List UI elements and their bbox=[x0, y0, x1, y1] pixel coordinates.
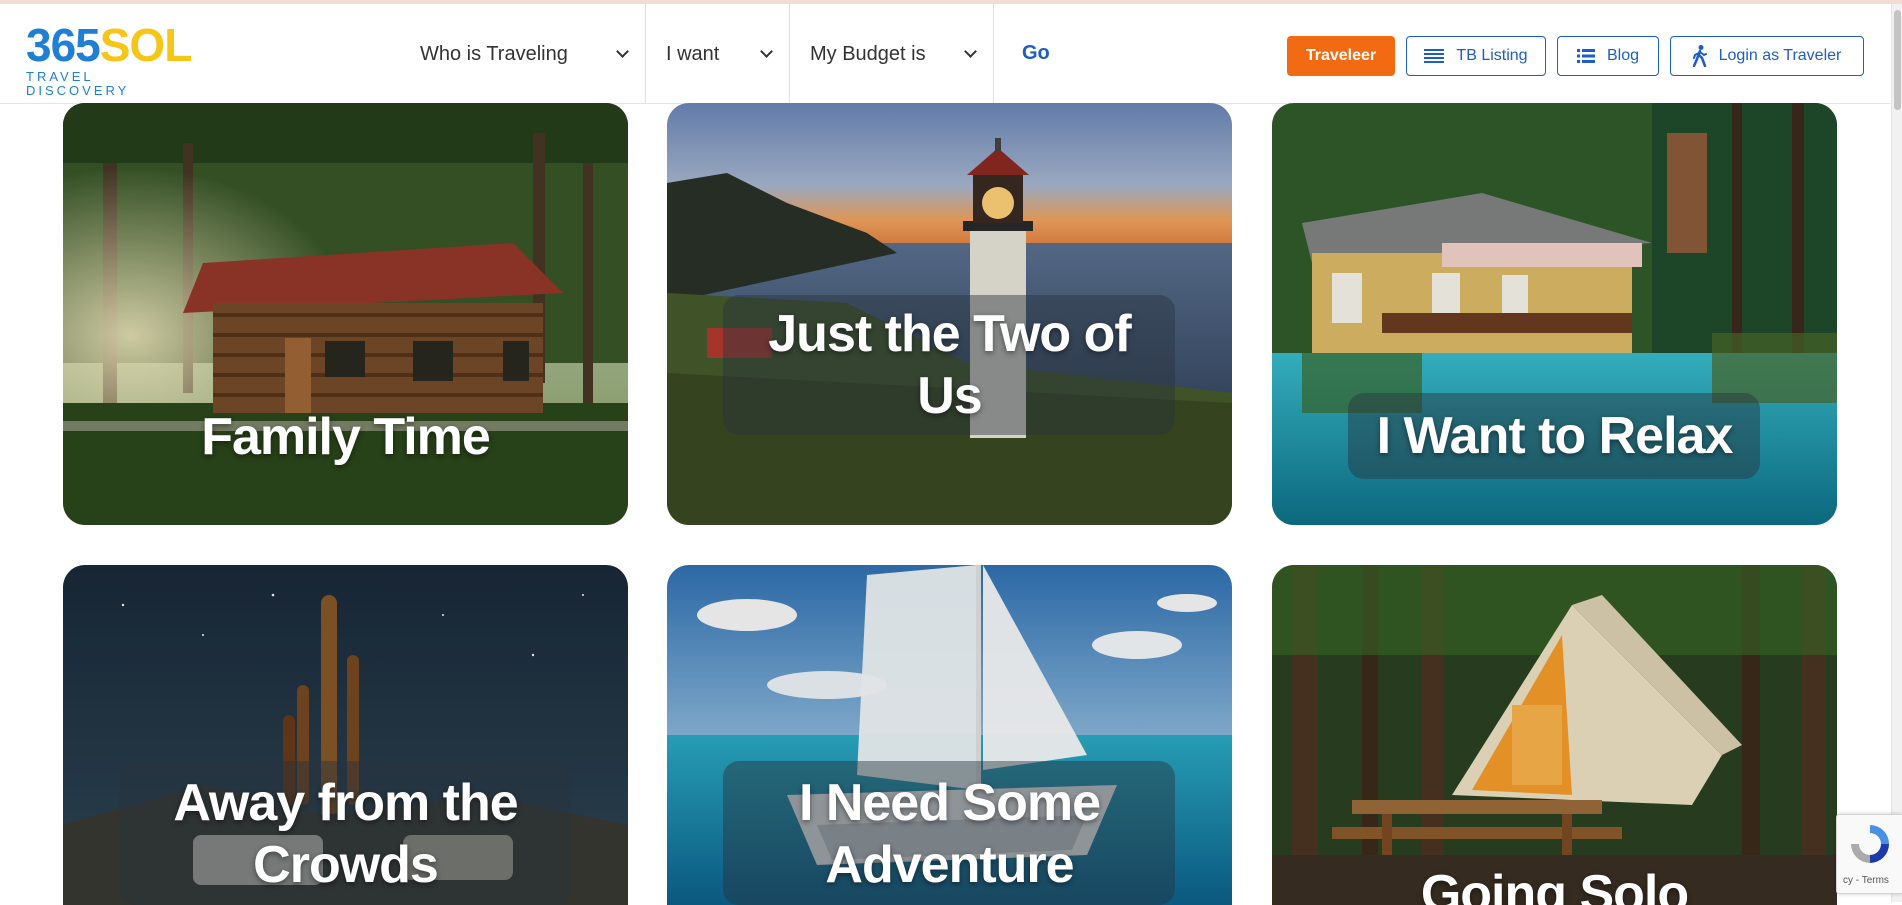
card-i-need-some-adventure[interactable]: I Need Some Adventure bbox=[667, 565, 1232, 905]
card-family-time[interactable]: Family Time bbox=[63, 103, 628, 525]
glamping-tent-image bbox=[1272, 565, 1837, 905]
tb-listing-button[interactable]: TB Listing bbox=[1406, 36, 1546, 76]
card-title-line-2: Crowds bbox=[253, 836, 439, 894]
logo-wordmark: 365SOL bbox=[26, 22, 196, 68]
traveleer-button[interactable]: Traveleer bbox=[1287, 36, 1395, 76]
card-away-from-the-crowds[interactable]: Away from the Crowds bbox=[63, 565, 628, 905]
card-title: Going Solo bbox=[1420, 865, 1689, 905]
card-title: Family Time bbox=[201, 408, 491, 466]
select-label: I want bbox=[666, 42, 720, 65]
card-title: Away from the Crowds bbox=[63, 772, 628, 896]
recaptcha-icon bbox=[1851, 825, 1889, 863]
card-title-line-1: I Need Some bbox=[798, 774, 1101, 832]
go-button[interactable]: Go bbox=[1022, 42, 1050, 65]
who-is-traveling-select[interactable]: Who is Traveling bbox=[400, 4, 646, 104]
button-label: Login as Traveler bbox=[1718, 47, 1842, 64]
button-label: Traveleer bbox=[1305, 47, 1377, 64]
button-label: Blog bbox=[1606, 47, 1640, 64]
card-title: I Need Some Adventure bbox=[667, 772, 1232, 896]
card-title: I Want to Relax bbox=[1376, 407, 1734, 465]
card-title-line-1: Just the Two of bbox=[768, 305, 1131, 363]
logo-number: 365 bbox=[26, 19, 101, 71]
card-title-line-1: Away from the bbox=[173, 774, 518, 832]
select-label: My Budget is bbox=[810, 42, 926, 65]
scrollbar-thumb[interactable] bbox=[1894, 10, 1901, 110]
site-header: 365SOL TRAVEL DISCOVERY Who is Traveling… bbox=[0, 4, 1902, 104]
card-title: Just the Two of Us bbox=[667, 303, 1232, 427]
select-label: Who is Traveling bbox=[420, 42, 568, 65]
card-i-want-to-relax[interactable]: I Want to Relax bbox=[1272, 103, 1837, 525]
card-title-line-2: Us bbox=[917, 367, 982, 425]
recaptcha-badge[interactable]: cy - Terms bbox=[1836, 814, 1902, 894]
card-title-line-2: Adventure bbox=[825, 836, 1074, 894]
chevron-down-icon bbox=[760, 44, 773, 58]
chevron-down-icon bbox=[616, 44, 629, 58]
card-going-solo[interactable]: Going Solo bbox=[1272, 565, 1837, 905]
i-want-select[interactable]: I want bbox=[646, 4, 790, 104]
button-label: TB Listing bbox=[1456, 47, 1528, 64]
site-logo[interactable]: 365SOL TRAVEL DISCOVERY bbox=[26, 22, 196, 98]
list-icon bbox=[1424, 48, 1445, 64]
my-budget-select[interactable]: My Budget is bbox=[790, 4, 994, 104]
chevron-down-icon bbox=[964, 44, 977, 58]
logo-tagline: TRAVEL DISCOVERY bbox=[26, 69, 130, 98]
bulleted-list-icon bbox=[1576, 49, 1595, 63]
walking-person-icon bbox=[1692, 45, 1707, 67]
recaptcha-terms[interactable]: cy - Terms bbox=[1843, 875, 1889, 886]
login-as-traveler-button[interactable]: Login as Traveler bbox=[1670, 36, 1864, 76]
search-filters: Who is Traveling I want My Budget is bbox=[400, 4, 994, 104]
logo-word: SOL bbox=[99, 19, 193, 71]
page-scrollbar[interactable] bbox=[1891, 4, 1902, 902]
card-just-the-two-of-us[interactable]: Just the Two of Us bbox=[667, 103, 1232, 525]
blog-button[interactable]: Blog bbox=[1557, 36, 1659, 76]
